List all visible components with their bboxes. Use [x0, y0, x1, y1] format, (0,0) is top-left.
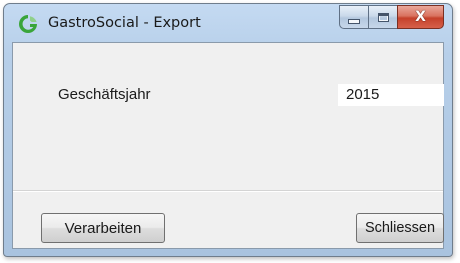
fiscal-year-label: Geschäftsjahr [58, 86, 151, 103]
process-button[interactable]: Verarbeiten [41, 213, 165, 243]
caption-buttons: X [339, 5, 444, 29]
window-title: GastroSocial - Export [48, 15, 201, 31]
close-window-button[interactable]: X [397, 5, 444, 29]
minimize-icon [348, 18, 360, 24]
title-bar[interactable]: GastroSocial - Export X [4, 4, 452, 42]
maximize-icon [377, 12, 389, 22]
maximize-button[interactable] [368, 5, 397, 29]
minimize-button[interactable] [339, 5, 368, 29]
export-window: GastroSocial - Export X Geschäftsjahr 20… [3, 3, 453, 257]
close-icon: X [415, 9, 426, 25]
gastrosocial-logo-icon [17, 13, 39, 35]
divider [13, 190, 443, 192]
close-button[interactable]: Schliessen [356, 213, 444, 243]
dialog-content: Geschäftsjahr 2015 Verarbeiten Schliesse… [12, 42, 444, 249]
fiscal-year-input[interactable]: 2015 [338, 84, 444, 106]
